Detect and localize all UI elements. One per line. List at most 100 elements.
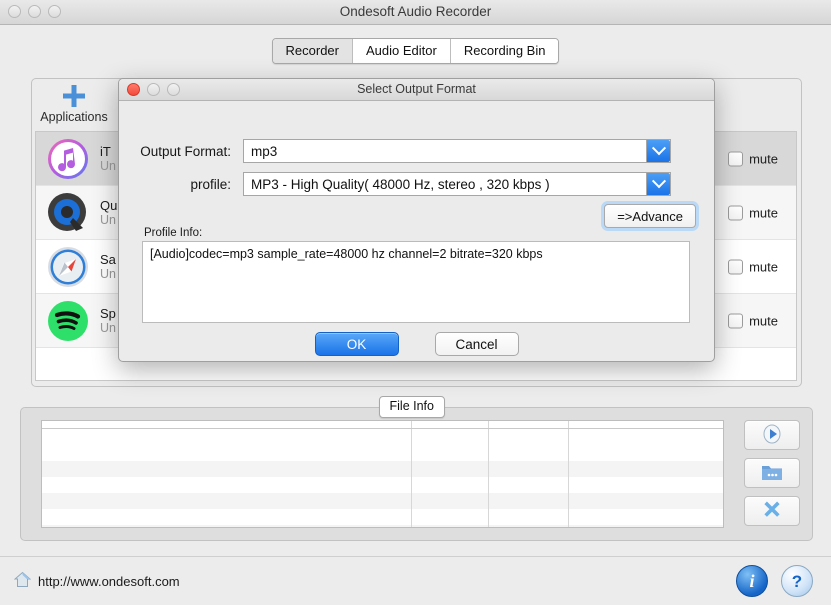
table-row[interactable] — [42, 493, 723, 509]
chevron-down-icon[interactable] — [646, 173, 670, 195]
spotify-icon — [46, 299, 90, 343]
table-row[interactable] — [42, 477, 723, 493]
mute-label: mute — [749, 313, 778, 328]
table-row[interactable] — [42, 445, 723, 461]
table-cell — [489, 429, 569, 445]
tab-bar: Recorder Audio Editor Recording Bin — [0, 38, 831, 64]
tab-audio-editor[interactable]: Audio Editor — [352, 39, 451, 63]
dialog-body: Output Format: mp3 profile: MP3 - High Q… — [119, 101, 714, 361]
open-folder-button[interactable] — [744, 458, 800, 488]
list-item-status: Un — [100, 320, 116, 335]
folder-icon — [761, 462, 783, 485]
list-item-name: Sp — [100, 305, 116, 321]
profile-info-label: Profile Info: — [144, 227, 203, 239]
table-header-row — [42, 421, 723, 429]
info-button[interactable]: i — [736, 565, 768, 597]
table-cell — [489, 493, 569, 509]
status-bar-actions: i ? — [736, 565, 813, 597]
table-cell — [489, 509, 569, 525]
file-info-panel: File Info — [20, 396, 813, 541]
profile-info-textarea[interactable]: [Audio]codec=mp3 sample_rate=48000 hz ch… — [142, 241, 690, 323]
column-header[interactable] — [489, 421, 569, 428]
tab-recorder[interactable]: Recorder — [272, 39, 353, 63]
select-output-format-dialog: Select Output Format Output Format: mp3 … — [118, 78, 715, 362]
table-row[interactable] — [42, 525, 723, 527]
chevron-down-icon[interactable] — [646, 140, 670, 162]
table-cell — [412, 429, 489, 445]
dialog-titlebar: Select Output Format — [119, 79, 714, 101]
mute-cell[interactable]: mute — [728, 313, 778, 328]
app-window: Ondesoft Audio Recorder Recorder Audio E… — [0, 0, 831, 605]
help-button[interactable]: ? — [781, 565, 813, 597]
ok-button[interactable]: OK — [314, 332, 399, 356]
table-row[interactable] — [42, 509, 723, 525]
table-cell — [489, 477, 569, 493]
mute-cell[interactable]: mute — [728, 205, 778, 220]
homepage-url: http://www.ondesoft.com — [38, 573, 180, 589]
window-title: Ondesoft Audio Recorder — [339, 4, 492, 19]
status-bar: http://www.ondesoft.com i ? — [0, 556, 831, 605]
mute-checkbox[interactable] — [728, 259, 744, 274]
list-item-status: Un — [100, 266, 116, 281]
profile-value: MP3 - High Quality( 48000 Hz, stereo , 3… — [251, 176, 550, 192]
table-cell — [569, 429, 723, 445]
table-body — [42, 429, 723, 527]
column-header[interactable] — [42, 421, 412, 428]
add-application-label: Applications — [40, 110, 108, 124]
dialog-title: Select Output Format — [357, 82, 476, 96]
output-format-label: Output Format: — [140, 143, 231, 159]
list-item-name: Qu — [100, 197, 118, 213]
list-item-status: Un — [100, 158, 116, 173]
advance-button[interactable]: =>Advance — [604, 204, 696, 228]
table-cell — [412, 493, 489, 509]
column-header[interactable] — [569, 421, 723, 428]
plus-icon — [37, 81, 111, 109]
profile-row: profile: MP3 - High Quality( 48000 Hz, s… — [119, 172, 714, 196]
table-row[interactable] — [42, 461, 723, 477]
tab-recording-bin[interactable]: Recording Bin — [450, 39, 559, 63]
home-icon — [13, 571, 32, 591]
list-item-text: Qu Un — [100, 198, 117, 228]
mute-checkbox[interactable] — [728, 205, 744, 220]
file-info-legend: File Info — [378, 396, 445, 418]
mute-checkbox[interactable] — [728, 151, 744, 166]
output-format-select[interactable]: mp3 — [243, 139, 671, 163]
homepage-link[interactable]: http://www.ondesoft.com — [13, 571, 180, 591]
table-cell — [42, 477, 412, 493]
table-cell — [569, 525, 723, 527]
profile-label: profile: — [190, 176, 231, 192]
table-cell — [42, 461, 412, 477]
list-item-text: Sa Un — [100, 252, 116, 282]
mute-cell[interactable]: mute — [728, 151, 778, 166]
table-cell — [569, 509, 723, 525]
table-cell — [489, 525, 569, 527]
profile-select[interactable]: MP3 - High Quality( 48000 Hz, stereo , 3… — [243, 172, 671, 196]
list-item-text: iT Un — [100, 144, 116, 174]
list-item-name: Sa — [100, 251, 116, 267]
table-cell — [412, 509, 489, 525]
remove-button[interactable] — [744, 496, 800, 526]
file-info-table[interactable] — [41, 420, 724, 528]
table-cell — [489, 461, 569, 477]
mute-cell[interactable]: mute — [728, 259, 778, 274]
play-button[interactable] — [744, 420, 800, 450]
advance-button-focus-ring: =>Advance — [601, 201, 699, 231]
output-format-value: mp3 — [251, 143, 278, 159]
table-cell — [42, 429, 412, 445]
table-cell — [569, 461, 723, 477]
dialog-close-button[interactable] — [127, 83, 140, 96]
table-cell — [489, 445, 569, 461]
table-row[interactable] — [42, 429, 723, 445]
column-header[interactable] — [412, 421, 489, 428]
cancel-button[interactable]: Cancel — [434, 332, 519, 356]
table-cell — [42, 509, 412, 525]
table-cell — [412, 477, 489, 493]
mute-label: mute — [749, 205, 778, 220]
dialog-zoom-button[interactable] — [167, 83, 180, 96]
add-application-button[interactable]: Applications — [37, 81, 111, 124]
x-delete-icon — [761, 499, 783, 524]
dialog-minimize-button[interactable] — [147, 83, 160, 96]
table-cell — [412, 525, 489, 527]
dialog-traffic-lights — [127, 83, 180, 96]
mute-checkbox[interactable] — [728, 313, 744, 328]
